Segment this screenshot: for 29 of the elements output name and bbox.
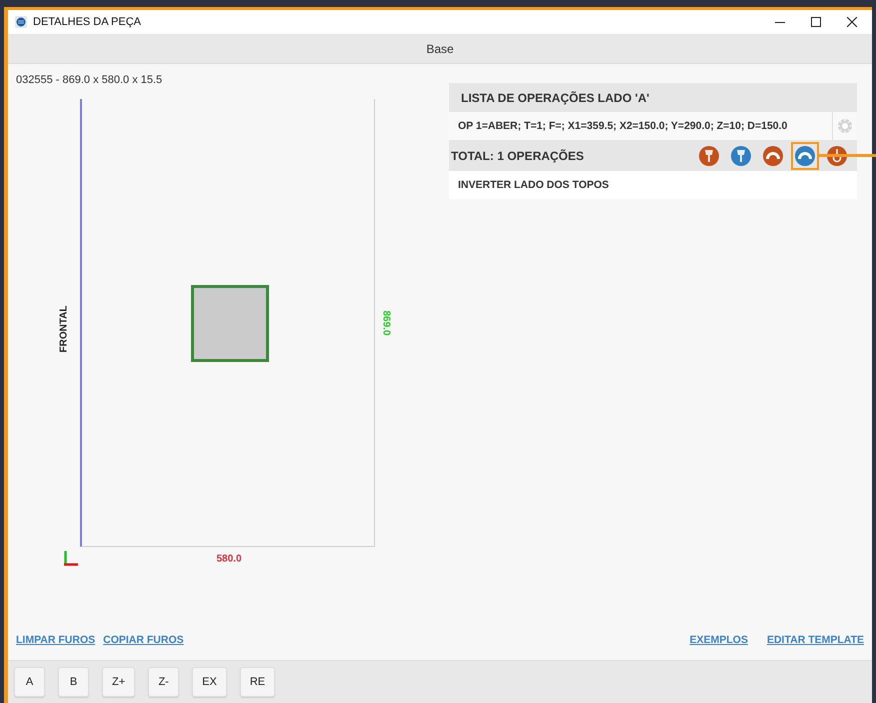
dome-icon[interactable] xyxy=(763,146,783,166)
drill-bit-icon[interactable] xyxy=(699,146,719,166)
operation-text: OP 1=ABER; T=1; F=; X1=359.5; X2=150.0; Y=290.0; Z=10; D=150.0 xyxy=(457,120,788,132)
app-icon xyxy=(15,16,27,28)
link[interactable]: COPIAR FUROS xyxy=(103,634,184,646)
toolbar-button[interactable]: Z+ xyxy=(102,667,136,697)
close-icon[interactable] xyxy=(847,17,857,27)
width-label: 580.0 xyxy=(216,554,242,564)
toolbar-button[interactable]: A xyxy=(14,667,45,697)
side-label: FRONTAL xyxy=(58,305,70,353)
operation-row[interactable]: OP 1=ABER; T=1; F=; X1=359.5; X2=150.0; Y=290.0; Z=10; D=150.0 xyxy=(449,112,857,141)
drill-bit-icon[interactable] xyxy=(731,146,751,166)
toolbar-button[interactable]: Z- xyxy=(148,667,180,697)
link[interactable]: LIMPAR FUROS xyxy=(16,634,96,646)
toolbar-button[interactable]: RE xyxy=(240,667,276,697)
height-label: 869.0 xyxy=(380,310,392,336)
window-title: DETALHES DA PEÇA xyxy=(33,16,141,28)
dome-icon[interactable] xyxy=(795,146,815,166)
link[interactable]: EXEMPLOS xyxy=(690,634,748,646)
toolbar-button[interactable]: EX xyxy=(192,667,227,697)
tab-label[interactable]: Base xyxy=(426,42,454,56)
total-label: TOTAL: 1 OPERAÇÕES xyxy=(451,149,584,163)
toolbar-button[interactable]: B xyxy=(58,667,89,697)
list-title: LISTA DE OPERAÇÕES LADO 'A' xyxy=(461,90,650,104)
link[interactable]: EDITAR TEMPLATE xyxy=(766,634,864,646)
piece-dimensions: 032555 - 869.0 x 580.0 x 15.5 xyxy=(16,74,162,86)
axis-icon xyxy=(64,551,78,566)
maximize-icon[interactable] xyxy=(811,17,821,27)
option-label[interactable]: INVERTER LADO DOS TOPOS xyxy=(458,179,609,191)
